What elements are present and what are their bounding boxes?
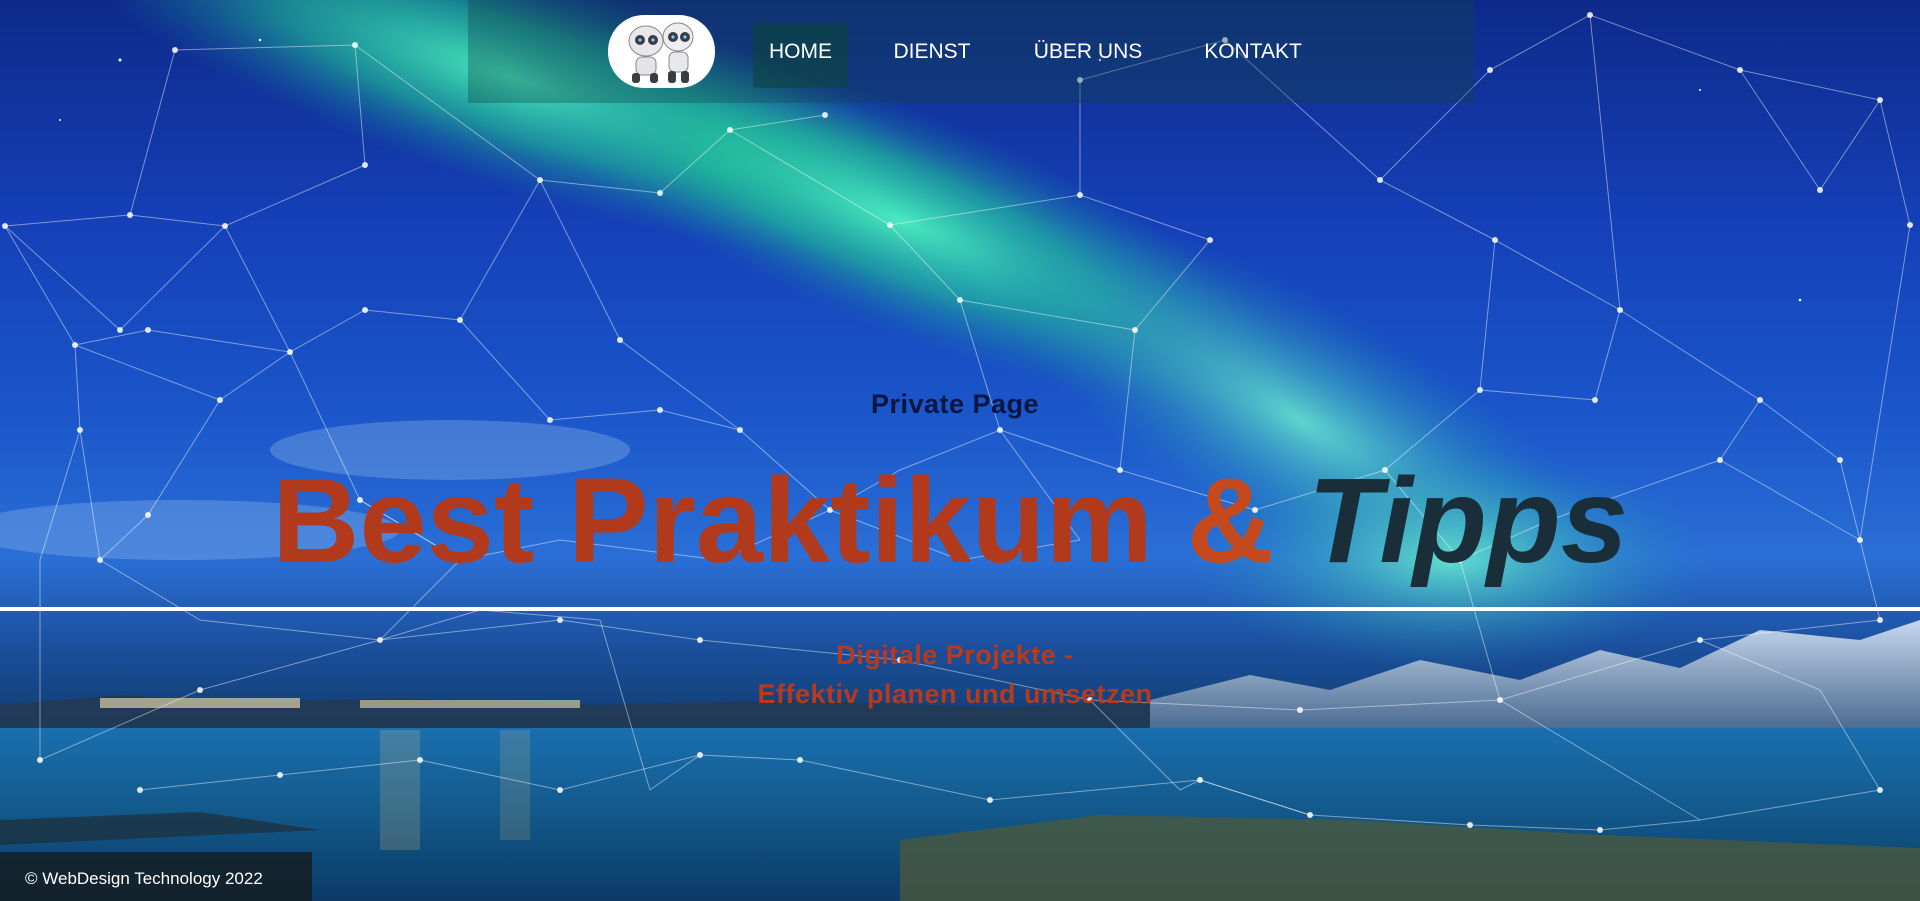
nav-dienst[interactable]: DIENST xyxy=(880,23,984,88)
page-title: Best Praktikum & Tipps xyxy=(272,450,1628,590)
robots-logo-graphic xyxy=(628,22,694,83)
robots-logo-icon[interactable] xyxy=(608,15,715,88)
subtitle-line-2: Effektiv planen und umsetzen xyxy=(757,679,1153,709)
headline-ampersand: & xyxy=(1186,452,1274,588)
footer-copyright: © WebDesign Technology 2022 xyxy=(0,852,312,901)
nav-home[interactable]: HOME xyxy=(753,23,848,88)
nav-ueber-uns[interactable]: ÜBER UNS xyxy=(1024,23,1152,88)
nav-kontakt[interactable]: KONTAKT xyxy=(1190,23,1316,88)
horizontal-divider xyxy=(0,607,1920,611)
private-page-label: Private Page xyxy=(870,389,1040,419)
subtitle-line-1: Digitale Projekte - xyxy=(836,640,1074,670)
headline-best-praktikum: Best Praktikum xyxy=(272,452,1153,588)
headline-tipps: Tipps xyxy=(1307,452,1629,588)
page: HOME DIENST ÜBER UNS KONTAKT Private Pag… xyxy=(0,0,1920,901)
